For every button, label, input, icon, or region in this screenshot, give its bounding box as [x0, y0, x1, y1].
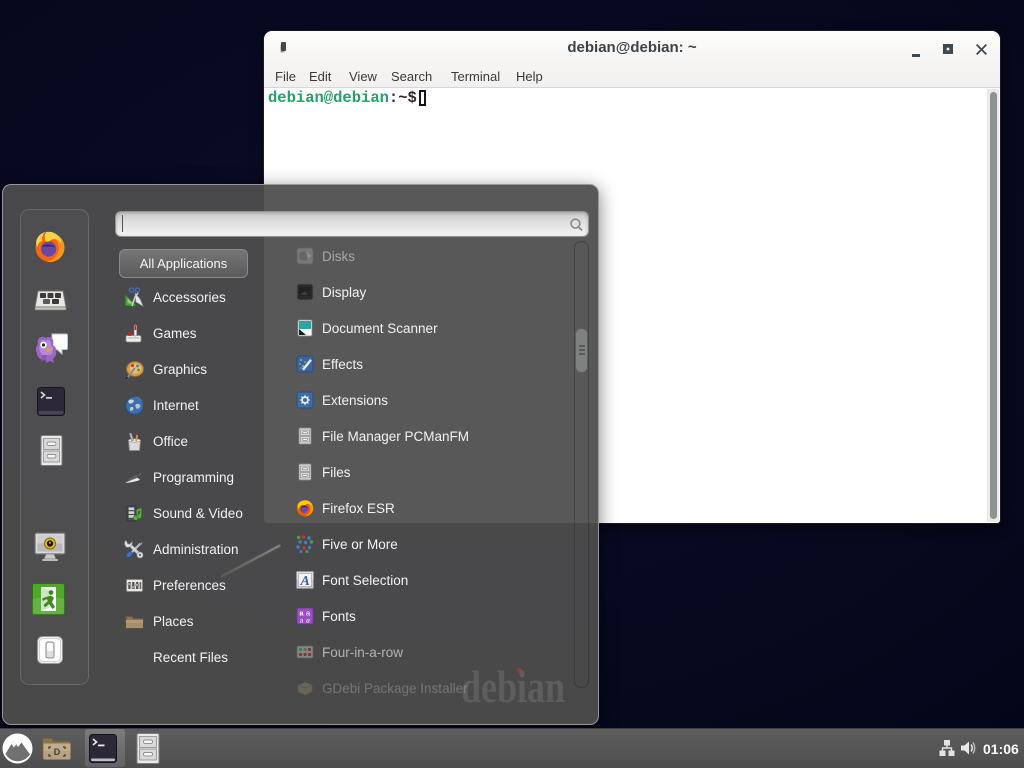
svg-text:D: D [54, 747, 61, 757]
svg-text:A: A [300, 574, 310, 589]
svg-text:a: a [306, 616, 310, 625]
